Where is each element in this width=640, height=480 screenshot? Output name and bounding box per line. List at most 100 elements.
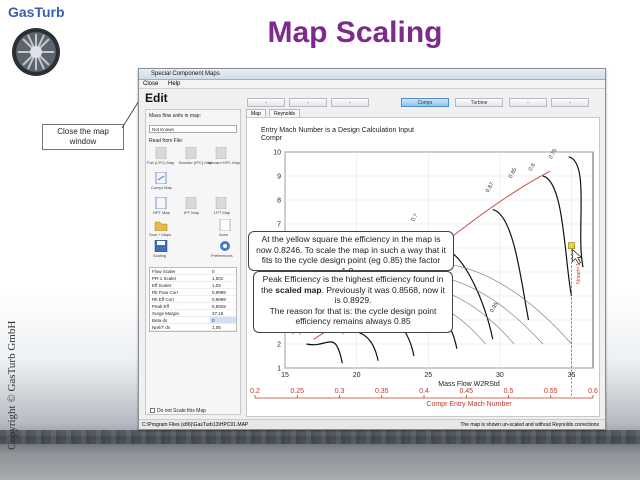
menu-bar: Close Help [139, 80, 605, 89]
status-bar: C:\Program Files (x86)\GasTurb13\HPC01.M… [139, 419, 605, 429]
scaling-param-value[interactable]: 0,8929 [210, 303, 236, 309]
x-tick-label: 30 [496, 372, 504, 379]
compr-map-icon[interactable] [154, 172, 168, 184]
scaling-table-row[interactable]: PR-1 Scaler 1,501 [150, 275, 236, 282]
toolbar-button-3[interactable]: - [331, 98, 369, 107]
scaling-param-value[interactable]: 0 [210, 268, 236, 274]
secondary-tick-label: 0.25 [290, 388, 304, 395]
copyright-text: Copyright © GasTurb GmbH [6, 320, 18, 450]
scaling-param-name: Rlt Eff Corr [152, 297, 175, 302]
y-tick-label: 9 [277, 174, 281, 181]
efficiency-label: 0.87 [485, 182, 496, 194]
secondary-tick-label: 0.5 [504, 388, 514, 395]
secondary-tick-label: 0.6 [588, 388, 598, 395]
chart-subtitle: Compr [261, 135, 283, 142]
scaling-param-value[interactable]: 1,05 [210, 324, 236, 330]
toolbar-button-7[interactable]: - [551, 98, 589, 107]
fan-map-caption: Fan (LPC) Map [147, 160, 175, 165]
chart-title: Entry Mach Number is a Design Calculatio… [261, 127, 414, 134]
axes-caption: Axes [219, 232, 228, 237]
scaling-param-name: Rlt Flow Corr [152, 290, 179, 295]
lpt-map-caption: LPT Map [214, 210, 231, 215]
y-tick-label: 7 [277, 222, 281, 229]
toolbar-button-2[interactable]: - [289, 98, 327, 107]
page-title: Map Scaling [267, 16, 443, 49]
lpt-map-icon[interactable] [214, 197, 228, 209]
speed-line [306, 341, 343, 364]
efficiency-label: 0.85 [508, 167, 519, 179]
scaling-table-row[interactable]: Eff Scaler 1,03 [150, 282, 236, 289]
fan-map-icon[interactable] [154, 147, 168, 159]
toolbar-button-6[interactable]: - [509, 98, 547, 107]
scaling-param-name: Eff Scaler [152, 283, 172, 288]
scaling-table-row[interactable]: Peak Eff 0,8929 [150, 303, 236, 310]
mass-flow-units-select[interactable]: Not Known [149, 125, 237, 133]
no-scale-checkbox[interactable]: Do not Scale this Map [150, 408, 206, 414]
mass-flow-label: Mass flow units in map: [149, 113, 201, 119]
secondary-tick-label: 0.3 [335, 388, 345, 395]
background-treeline [0, 430, 640, 444]
design-point-marker [568, 242, 575, 249]
menu-help[interactable]: Help [168, 81, 180, 87]
secondary-tick-label: 0.2 [250, 388, 260, 395]
scaling-table-row[interactable]: Flow Scaler 0 [150, 268, 236, 275]
folder-icon[interactable] [154, 219, 168, 231]
save-icon[interactable] [154, 240, 168, 252]
secondary-tick-label: 0.35 [375, 388, 389, 395]
scaling-param-value[interactable]: 1,03 [210, 282, 236, 288]
efficiency-label: 0.7 [410, 213, 419, 223]
scaling-table: Flow Scaler 0 PR-1 Scaler 1,501 Eff Scaler 1,… [149, 267, 237, 332]
scaling-table-row[interactable]: Beta ds 0 [150, 317, 236, 324]
axes-icon[interactable] [218, 219, 232, 231]
scaling-param-value[interactable]: 0 [210, 317, 236, 323]
checkbox-box[interactable] [150, 408, 155, 413]
scaling-table-row[interactable]: Surge Margin 37,16 [150, 310, 236, 317]
scaling-param-value[interactable]: 0,9999 [210, 289, 236, 295]
inboard-hpc-map-icon[interactable] [214, 147, 228, 159]
window-titlebar: Special Component Maps [139, 69, 605, 80]
scaling-table-row[interactable]: Rlt Flow Corr 0,9999 [150, 289, 236, 296]
peak-callout-text-3: The reason for that is: the cycle design… [269, 305, 437, 327]
scaling-param-value[interactable]: 1,501 [210, 275, 236, 281]
scaling-param-name: Surge Margin [152, 311, 180, 316]
scaling-param-name: Flow Scaler [152, 269, 176, 274]
status-message: The map is shown un-scaled and without R… [460, 422, 599, 428]
peak-callout-text-2: . Previously it was 0.8568, now it is 0.… [321, 284, 445, 306]
scal-maps-caption: Scal + Maps [149, 232, 172, 237]
status-file-path: C:\Program Files (x86)\GasTurb13\HPC01.M… [142, 422, 249, 428]
secondary-axis-label: Compr Entry Mach Number [426, 401, 512, 408]
scaling-param-value[interactable]: 0,9999 [210, 296, 236, 302]
gear-icon[interactable] [218, 240, 232, 252]
x-tick-label: 20 [353, 372, 361, 379]
close-map-callout: Close the map window [42, 124, 124, 150]
scaling-table-row[interactable]: Rlt Eff Corr 0,9999 [150, 296, 236, 303]
toolbar-button-1[interactable]: - [247, 98, 285, 107]
window-title: Special Component Maps [151, 71, 220, 77]
scaling-table-row[interactable]: Nrel/T ds 1,05 [150, 324, 236, 331]
x-tick-label: 35 [568, 372, 576, 379]
scaling-param-value[interactable]: 37,16 [210, 310, 236, 316]
speed-line [568, 156, 584, 268]
scaling-param-name: Nrel/T ds [152, 325, 171, 330]
secondary-tick-label: 0.55 [544, 388, 558, 395]
compr-button[interactable]: Compr [401, 98, 449, 107]
secondary-tick-label: 0.4 [419, 388, 429, 395]
menu-close[interactable]: Close [143, 81, 158, 87]
preferences-caption: Preferences [211, 253, 233, 258]
ipt-map-icon[interactable] [184, 197, 198, 209]
hpt-map-icon[interactable] [154, 197, 168, 209]
scaling-param-name: Peak Eff [152, 304, 169, 309]
peak-callout-bold: scaled map [275, 284, 322, 295]
x-tick-label: 15 [281, 372, 289, 379]
compr-map-caption: Compr Map [151, 185, 172, 190]
y-tick-label: 10 [273, 150, 281, 157]
left-panel: Mass flow units in map: Not Known Read f… [145, 109, 241, 415]
read-from-file-label: Read from File: [149, 138, 184, 144]
booster-map-icon[interactable] [184, 147, 198, 159]
no-scale-label: Do not Scale this Map [157, 408, 206, 414]
x-tick-label: 25 [424, 372, 432, 379]
turbine-button[interactable]: Turbine [455, 98, 503, 107]
y-tick-label: 2 [277, 342, 281, 349]
yellow-square-callout: At the yellow square the efficiency in t… [248, 231, 454, 271]
secondary-tick-label: 0.45 [459, 388, 473, 395]
